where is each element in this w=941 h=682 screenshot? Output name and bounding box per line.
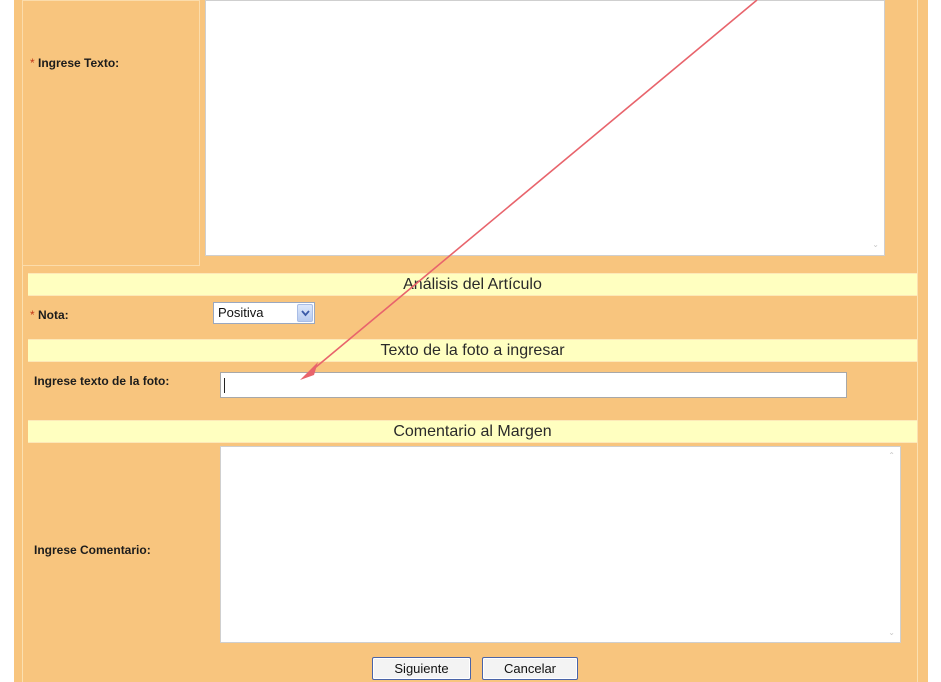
form-border-right bbox=[917, 0, 918, 682]
nota-select-value: Positiva bbox=[218, 305, 264, 320]
texto-label: * Ingrese Texto: bbox=[30, 56, 119, 71]
texto-textarea[interactable]: ⌄ bbox=[205, 0, 885, 256]
foto-label: Ingrese texto de la foto: bbox=[34, 374, 170, 388]
required-mark: * bbox=[30, 56, 35, 70]
scroll-down-icon: ⌄ bbox=[872, 240, 879, 249]
nota-select[interactable]: Positiva bbox=[213, 302, 315, 324]
comentario-section-header: Comentario al Margen bbox=[28, 420, 917, 443]
comentario-textarea[interactable]: ⌃ ⌄ bbox=[220, 446, 901, 643]
comentario-label: Ingrese Comentario: bbox=[34, 543, 151, 557]
text-caret bbox=[224, 378, 225, 393]
siguiente-button[interactable]: Siguiente bbox=[372, 657, 471, 680]
page: * Ingrese Texto: ⌄ Análisis del Artículo… bbox=[0, 0, 941, 682]
scroll-down-icon: ⌄ bbox=[888, 628, 895, 637]
texto-label-text: Ingrese Texto: bbox=[38, 56, 120, 70]
foto-text-input[interactable] bbox=[220, 372, 847, 398]
nota-label-text: Nota: bbox=[38, 308, 69, 322]
texto-label-cell bbox=[22, 0, 200, 266]
chevron-down-icon[interactable] bbox=[297, 304, 313, 322]
nota-label: * Nota: bbox=[30, 308, 69, 323]
analisis-section-header: Análisis del Artículo bbox=[28, 273, 917, 296]
foto-section-header: Texto de la foto a ingresar bbox=[28, 339, 917, 362]
cancelar-button[interactable]: Cancelar bbox=[482, 657, 578, 680]
scroll-up-icon: ⌃ bbox=[888, 451, 895, 460]
required-mark: * bbox=[30, 308, 35, 322]
